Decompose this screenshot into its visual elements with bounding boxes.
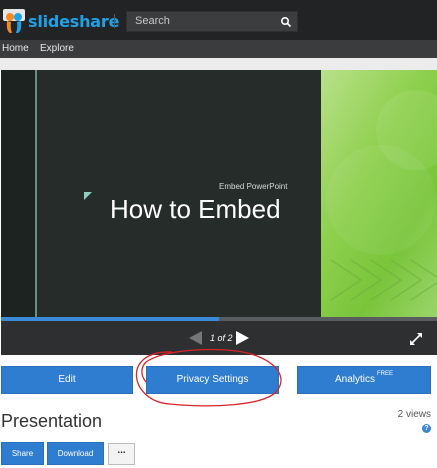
header-divider — [114, 14, 115, 28]
analytics-button[interactable]: Analytics FREE — [297, 366, 431, 394]
header-spacer — [0, 58, 437, 70]
slide-subtitle: Embed PowerPoint — [219, 182, 288, 191]
analytics-free-badge: FREE — [377, 371, 394, 377]
privacy-settings-button[interactable]: Privacy Settings — [146, 366, 279, 394]
page-indicator: 1 of 2 — [210, 333, 233, 343]
slide-green-panel — [321, 70, 437, 317]
nav-explore[interactable]: Explore — [40, 43, 74, 54]
download-label: Download — [57, 449, 94, 458]
slideshare-logo-icon — [3, 9, 25, 33]
help-icon[interactable]: ? — [422, 424, 431, 433]
share-button[interactable]: Share — [1, 442, 44, 465]
previous-slide-icon[interactable] — [189, 331, 202, 350]
privacy-settings-label: Privacy Settings — [176, 374, 249, 385]
nav-home[interactable]: Home — [2, 43, 29, 54]
fullscreen-icon[interactable] — [410, 332, 422, 350]
more-options-label: ... — [117, 445, 126, 456]
slide-divider-line — [35, 70, 37, 317]
presentation-title: Presentation — [1, 411, 103, 431]
share-label: Share — [11, 449, 34, 458]
edit-button[interactable]: Edit — [1, 366, 133, 394]
analytics-label: Analytics — [334, 374, 375, 385]
nav-bar: Home Explore — [0, 40, 437, 58]
edit-label: Edit — [58, 374, 76, 385]
slideshare-logo[interactable]: slideshare — [2, 6, 119, 36]
logo-text: slideshare — [28, 11, 120, 31]
more-options-button[interactable]: ... — [108, 443, 135, 465]
download-button[interactable]: Download — [47, 442, 104, 465]
slide-viewer[interactable]: Embed PowerPoint How to Embed — [1, 70, 437, 317]
search-placeholder: Search — [135, 15, 170, 27]
search-input[interactable]: Search — [126, 11, 298, 32]
slide-title: How to Embed — [110, 194, 281, 224]
slide-decoration — [326, 90, 437, 301]
view-count: 2 views — [397, 409, 431, 420]
slide-triangle-mark — [84, 192, 92, 200]
next-slide-icon[interactable] — [236, 331, 249, 350]
player-controls: 1 of 2 — [1, 321, 437, 355]
slide-left-panel — [1, 70, 35, 317]
top-bar: slideshare Search — [0, 0, 437, 40]
search-icon[interactable] — [280, 15, 292, 33]
